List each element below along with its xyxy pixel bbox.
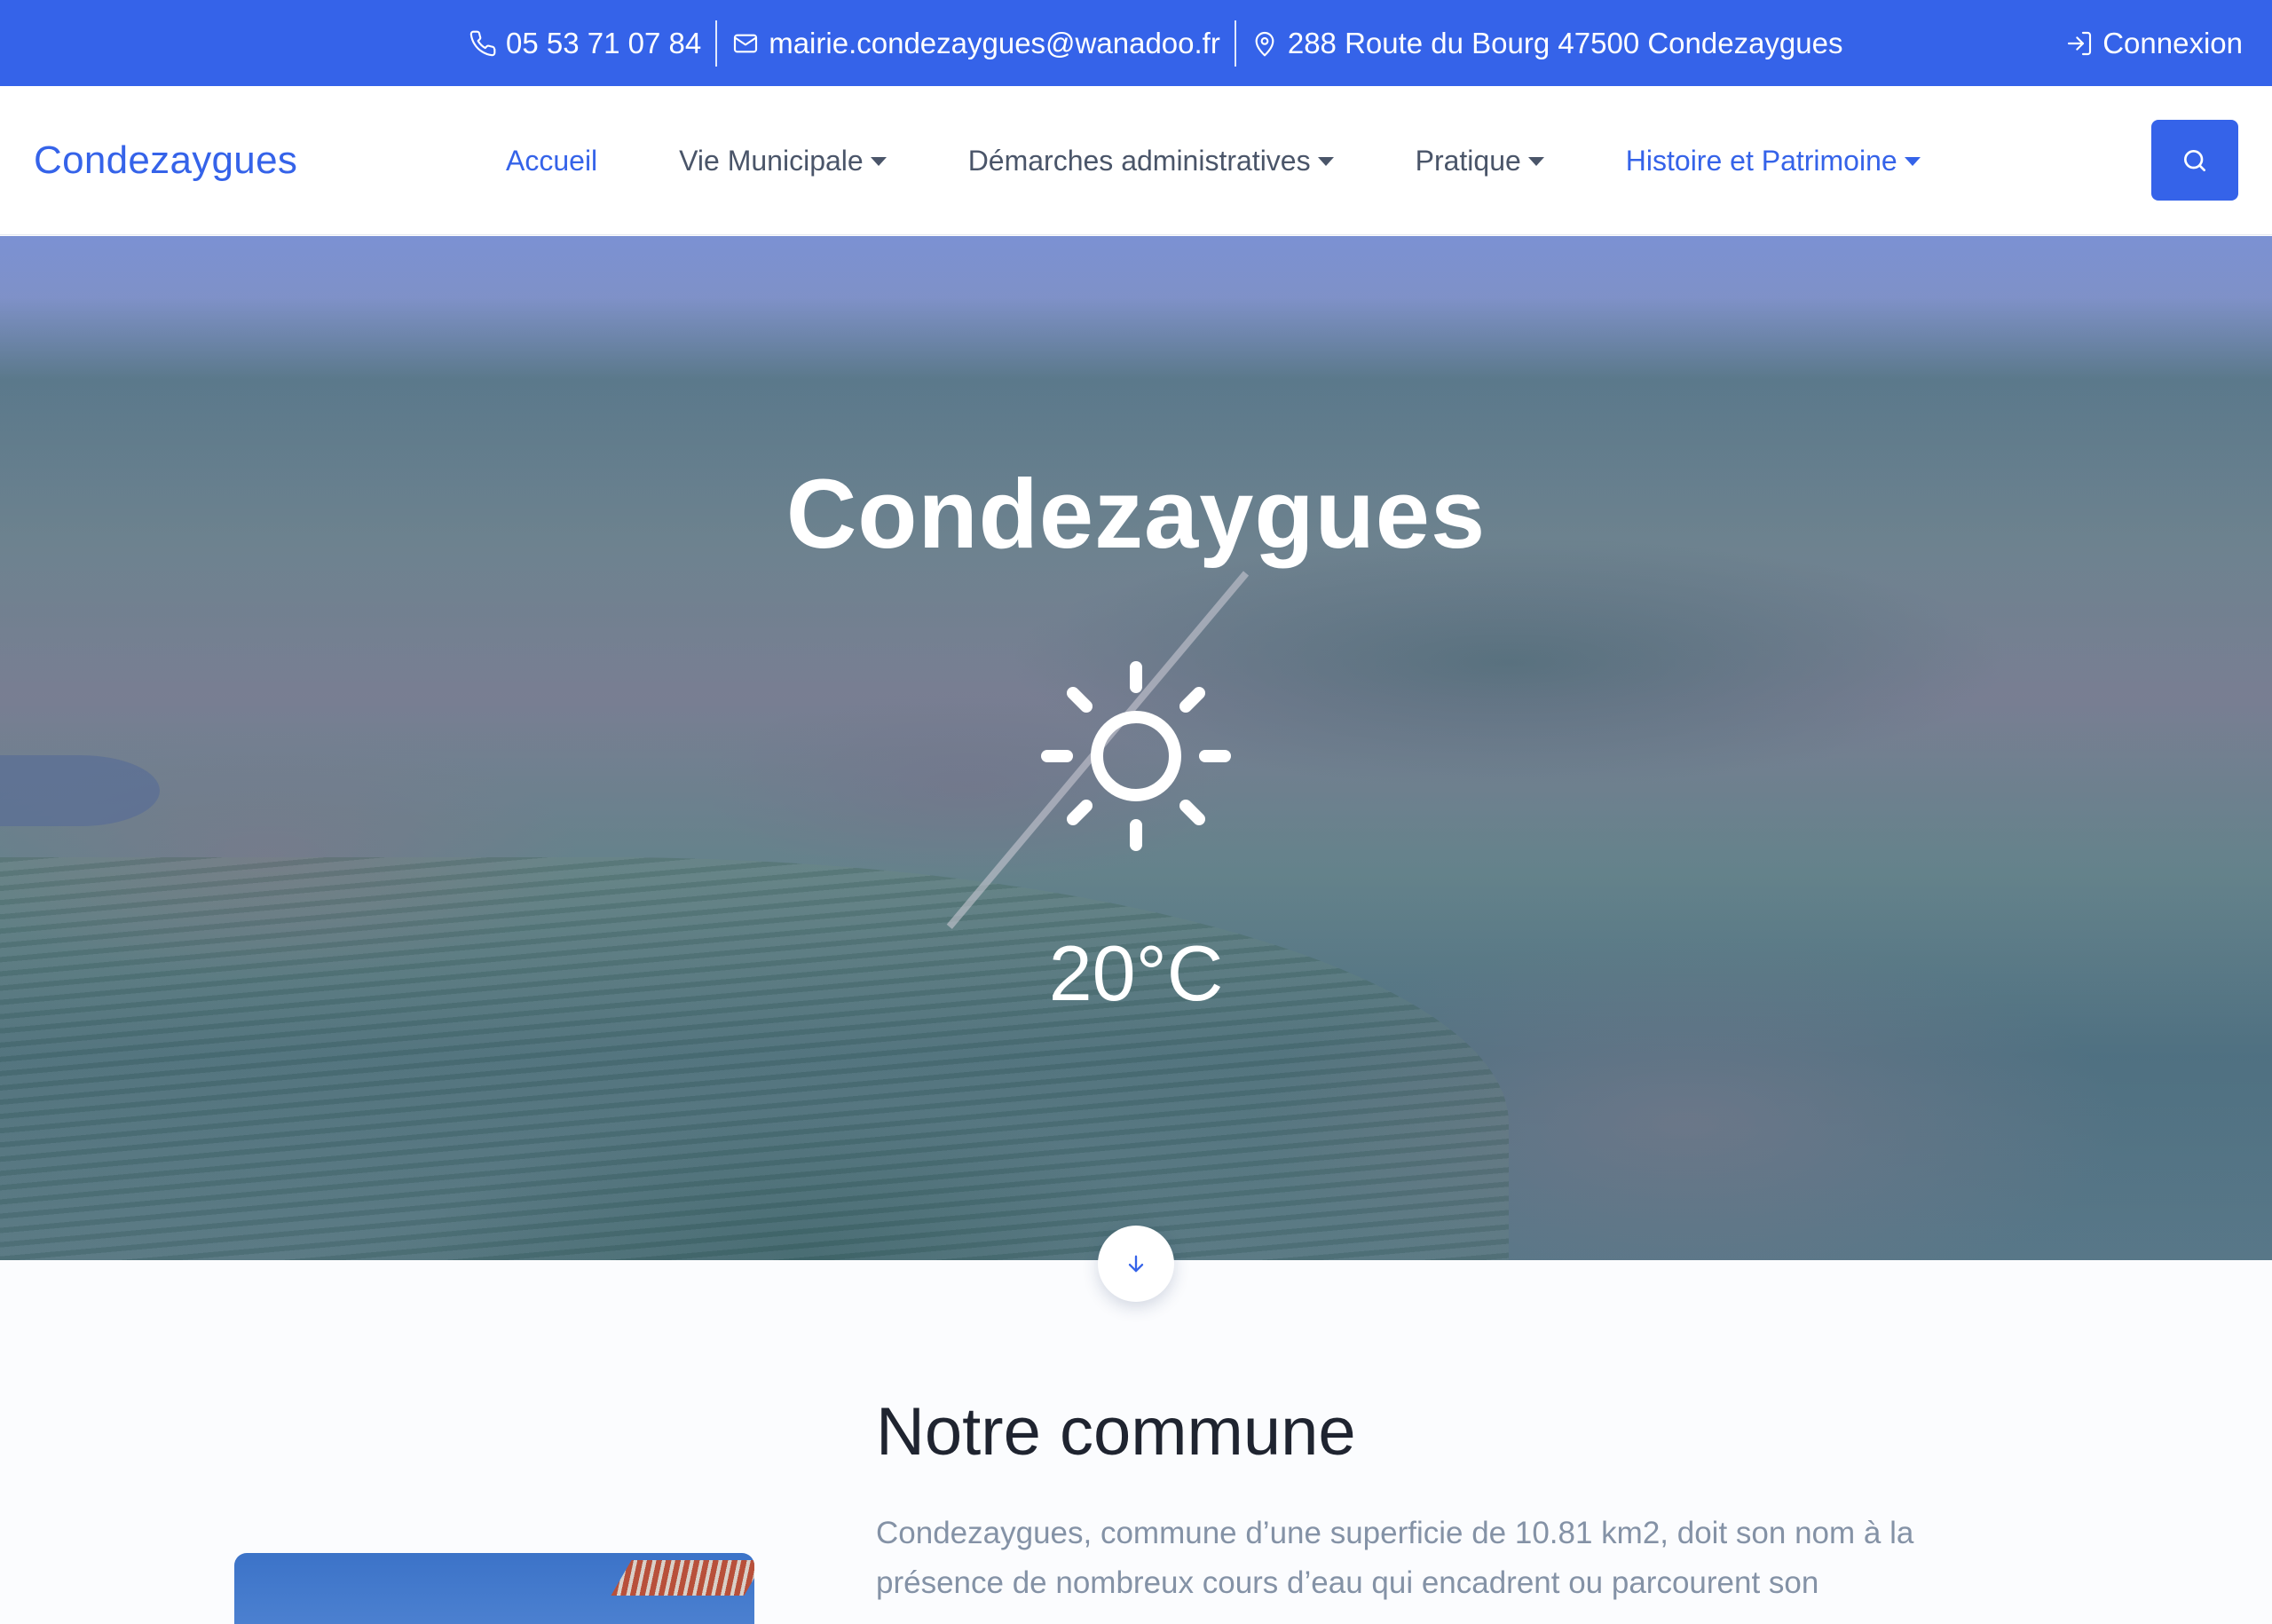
- separator: [715, 20, 718, 67]
- phone-contact[interactable]: 05 53 71 07 84: [469, 27, 701, 60]
- main-navbar: Condezaygues Accueil Vie Municipale Déma…: [0, 86, 2272, 235]
- nav-item-accueil[interactable]: Accueil: [506, 145, 597, 177]
- temperature-value: 20°C: [1048, 929, 1224, 1017]
- section-title: Notre commune: [876, 1394, 1356, 1470]
- contact-info: 05 53 71 07 84 mairie.condezaygues@wanad…: [469, 0, 1843, 86]
- hero-banner: Condezaygues 20°C: [0, 236, 2272, 1260]
- caret-down-icon: [870, 157, 887, 166]
- section-description: Condezaygues, commune d’une superficie d…: [876, 1516, 1914, 1600]
- login-link[interactable]: Connexion: [2065, 0, 2243, 86]
- postal-address: 288 Route du Bourg 47500 Condezaygues: [1287, 26, 1843, 59]
- login-label: Connexion: [2102, 26, 2243, 59]
- commune-photo: [234, 1553, 754, 1624]
- search-button[interactable]: [2151, 120, 2238, 201]
- main-menu: Accueil Vie Municipale Démarches adminis…: [506, 86, 1921, 235]
- nav-item-label: Vie Municipale: [679, 144, 864, 177]
- arrow-down-icon: [1124, 1251, 1148, 1276]
- phone-icon: [469, 29, 497, 58]
- phone-number: 05 53 71 07 84: [506, 26, 702, 59]
- nav-item-histoire-patrimoine[interactable]: Histoire et Patrimoine: [1626, 145, 1921, 177]
- nav-item-pratique[interactable]: Pratique: [1416, 145, 1544, 177]
- nav-item-label: Histoire et Patrimoine: [1625, 144, 1897, 177]
- map-pin-icon: [1250, 29, 1279, 58]
- hero-background-lake: [0, 755, 160, 826]
- separator: [1234, 20, 1236, 67]
- email-contact[interactable]: mairie.condezaygues@wanadoo.fr: [731, 27, 1220, 60]
- hero-background-vineyard: [0, 857, 1509, 1260]
- email-address: mairie.condezaygues@wanadoo.fr: [769, 26, 1220, 59]
- nav-item-vie-municipale[interactable]: Vie Municipale: [679, 145, 887, 177]
- photo-roof: [611, 1560, 754, 1596]
- caret-down-icon: [1527, 157, 1544, 166]
- caret-down-icon: [1317, 157, 1334, 166]
- top-contact-bar: 05 53 71 07 84 mairie.condezaygues@wanad…: [0, 0, 2272, 86]
- sun-icon: [1041, 661, 1231, 851]
- scroll-down-button[interactable]: [1098, 1226, 1174, 1302]
- nav-item-label: Pratique: [1415, 144, 1521, 177]
- caret-down-icon: [1904, 157, 1921, 166]
- nav-item-demarches[interactable]: Démarches administratives: [968, 145, 1334, 177]
- nav-item-label: Accueil: [506, 144, 598, 177]
- hero-title: Condezaygues: [785, 460, 1487, 569]
- address-contact[interactable]: 288 Route du Bourg 47500 Condezaygues: [1250, 27, 1843, 60]
- nav-item-label: Démarches administratives: [967, 144, 1311, 177]
- search-icon: [2181, 146, 2209, 175]
- site-brand[interactable]: Condezaygues: [34, 86, 297, 235]
- mail-icon: [731, 29, 760, 58]
- login-icon: [2065, 29, 2094, 58]
